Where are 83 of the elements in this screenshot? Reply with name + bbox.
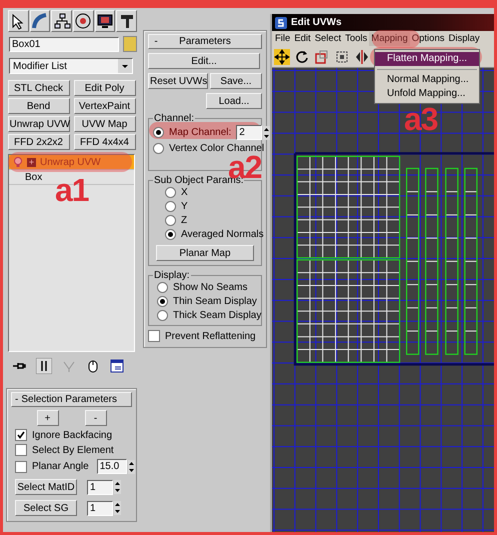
checkbox[interactable] — [15, 429, 27, 441]
spinner-field[interactable]: 2 — [236, 125, 262, 140]
radio-button[interactable] — [165, 201, 176, 212]
menu-entry[interactable]: Flatten Mapping... — [375, 52, 479, 66]
spinner-field[interactable]: 1 — [87, 500, 113, 516]
option-label: Map Channel: — [169, 127, 232, 138]
expand-toggle[interactable]: + — [27, 158, 36, 166]
reset-uvws-button[interactable]: Reset UVWs — [148, 73, 208, 89]
window-title: Edit UVWs — [291, 17, 342, 28]
option-label: Averaged Normals — [181, 229, 264, 240]
mirror-icon[interactable] — [354, 49, 370, 65]
menu-item[interactable]: File — [273, 32, 292, 46]
menu-item[interactable]: Select — [312, 32, 344, 46]
radio-button[interactable] — [157, 296, 168, 307]
hierarchy-icon[interactable] — [51, 10, 72, 32]
spinner-arrows-icon[interactable] — [263, 126, 270, 140]
radio-button[interactable] — [153, 143, 164, 154]
menu-entry[interactable]: Unfold Mapping... — [375, 87, 479, 101]
curve-icon[interactable] — [30, 10, 50, 32]
modifier-list-dropdown[interactable]: Modifier List — [9, 58, 133, 74]
checkbox-label: Ignore Backfacing — [32, 430, 112, 440]
cursor-icon[interactable] — [8, 10, 29, 32]
target-icon[interactable] — [73, 10, 94, 32]
option-label: Thin Seam Display — [173, 296, 257, 307]
stack-item[interactable]: + Unwrap UVW — [9, 155, 134, 170]
radio-button[interactable] — [165, 229, 176, 240]
menu-entry[interactable]: Normal Mapping... — [375, 73, 479, 87]
modifier-button[interactable]: Edit Poly — [74, 80, 136, 96]
rotate-icon[interactable] — [294, 49, 310, 65]
modifier-button[interactable]: Bend — [8, 98, 70, 114]
pause-icon[interactable] — [36, 358, 52, 374]
object-color-swatch[interactable] — [123, 36, 137, 52]
spinner-arrows-icon[interactable] — [128, 460, 135, 474]
select-matid-button[interactable]: Select MatID — [15, 479, 77, 495]
rollout-header[interactable]: - Parameters — [148, 34, 262, 49]
spinner-arrows-icon[interactable] — [114, 480, 121, 494]
load-button[interactable]: Load... — [206, 93, 262, 109]
rollout-header[interactable]: - Selection Parameters — [11, 392, 132, 407]
move-icon[interactable] — [274, 49, 290, 65]
option-label: Vertex Color Channel — [169, 143, 264, 154]
radio-button[interactable] — [165, 187, 176, 198]
group-label: Display: — [153, 270, 191, 281]
grow-selection-button[interactable]: + — [36, 410, 58, 426]
modifier-button[interactable]: UVW Map — [74, 116, 136, 132]
option-label: Thick Seam Display — [173, 310, 262, 321]
planar-map-button[interactable]: Planar Map — [156, 245, 254, 261]
radio-button[interactable] — [157, 310, 168, 321]
group-label: Channel: — [153, 113, 196, 124]
modifier-button[interactable]: STL Check — [8, 80, 70, 96]
edit-button[interactable]: Edit... — [148, 53, 260, 69]
option-label: X — [181, 187, 188, 198]
menu-item[interactable]: Mapping — [369, 32, 410, 46]
checkbox-label: Prevent Reflattening — [165, 330, 256, 342]
spinner-arrows-icon[interactable] — [114, 501, 121, 515]
menu-item[interactable]: Display — [446, 32, 482, 46]
menu-item[interactable]: Options — [410, 32, 446, 46]
mouse-icon[interactable] — [86, 359, 100, 373]
checkbox[interactable] — [148, 330, 160, 342]
menu-item[interactable]: Tools — [343, 32, 370, 46]
modifier-button[interactable]: FFD 2x2x2 — [8, 134, 70, 150]
scale-icon[interactable] — [314, 49, 330, 65]
radio-button[interactable] — [165, 215, 176, 226]
checkbox[interactable] — [15, 460, 27, 472]
monitor-icon[interactable] — [94, 10, 116, 32]
radio-button[interactable] — [153, 127, 164, 138]
shrink-selection-button[interactable]: - — [84, 410, 106, 426]
modifier-button[interactable]: Unwrap UVW — [8, 116, 70, 132]
spinner-field[interactable]: 15.0 — [96, 459, 127, 474]
radio-button[interactable] — [157, 282, 168, 293]
option-label: Z — [181, 215, 188, 226]
checkbox-label: Select By Element — [32, 444, 114, 456]
option-label: Y — [181, 201, 188, 212]
checkbox-label: Planar Angle — [32, 461, 89, 472]
modifier-button[interactable]: VertexPaint — [74, 98, 136, 114]
modifier-button[interactable]: FFD 4x4x4 — [74, 134, 136, 150]
option-label: Show No Seams — [173, 282, 248, 293]
select-sg-button[interactable]: Select SG — [15, 500, 77, 516]
menu-item[interactable]: Edit — [292, 32, 313, 46]
object-name-field[interactable]: Box01 — [9, 36, 119, 52]
app-icon — [275, 16, 287, 28]
save-button[interactable]: Save... — [210, 73, 262, 89]
checkbox[interactable] — [15, 444, 27, 456]
spinner-field[interactable]: 1 — [87, 480, 113, 494]
